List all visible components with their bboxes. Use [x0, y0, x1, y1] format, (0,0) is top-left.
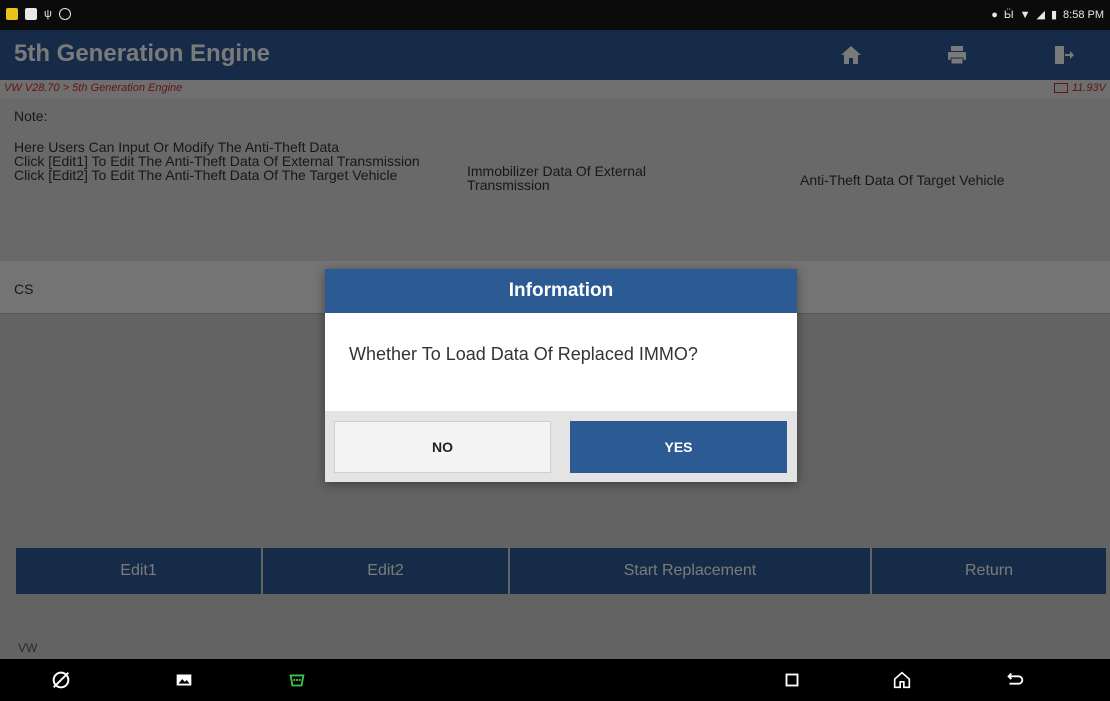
recents-button[interactable]	[781, 669, 803, 691]
note-label: Note:	[14, 108, 48, 124]
edit2-button[interactable]: Edit2	[263, 548, 508, 594]
notification-icon	[6, 8, 18, 20]
back-button[interactable]	[1004, 669, 1026, 691]
exit-button[interactable]	[1024, 30, 1102, 80]
status-right-icons: ● Ӹ ▼ ◢ ▮ 8:58 PM	[991, 8, 1104, 22]
signal-icon: ◢	[1036, 9, 1045, 21]
home-nav-icon	[893, 671, 911, 689]
voltage-value: 11.93V	[1071, 82, 1106, 94]
gallery-icon	[176, 674, 192, 686]
row-label: CS	[14, 281, 34, 297]
battery-voltage-icon	[1053, 83, 1068, 93]
usb-icon: ψ	[44, 8, 52, 20]
action-bar: Edit1 Edit2 Start Replacement Return	[16, 548, 1106, 594]
print-icon	[948, 46, 966, 65]
location-icon: ●	[991, 8, 998, 21]
status-left-icons: ψ	[6, 8, 71, 20]
return-button[interactable]: Return	[872, 548, 1106, 594]
note-text: Here Users Can Input Or Modify The Anti-…	[14, 139, 420, 183]
start-replacement-button[interactable]: Start Replacement	[510, 548, 870, 594]
battery-icon: ▮	[1050, 9, 1058, 21]
wifi-icon: ▼	[1019, 8, 1031, 21]
brand-label: VW	[18, 641, 38, 655]
dialog-message: Whether To Load Data Of Replaced IMMO?	[349, 344, 698, 364]
sync-icon	[58, 8, 71, 20]
browser-button[interactable]	[50, 669, 72, 691]
page-title: 5th Generation Engine	[14, 40, 271, 67]
notes-panel: Note: Here Users Can Input Or Modify The…	[0, 98, 1110, 261]
external-transmission-column: Immobilizer Data Of External Transmissio…	[467, 163, 646, 193]
status-bar: ψ ● Ӹ ▼ ◢ ▮ 8:58 PM	[0, 0, 1110, 30]
back-icon	[1007, 672, 1024, 685]
home-button[interactable]	[812, 30, 890, 80]
edit1-button[interactable]: Edit1	[16, 548, 261, 594]
yes-button[interactable]: YES	[570, 421, 787, 473]
app-window: 5th Generation Engine VW V28.70 > 5th Ge…	[0, 30, 1110, 659]
gallery-notification-icon	[25, 8, 37, 20]
recents-icon	[785, 673, 799, 687]
clock: 8:58 PM	[1063, 8, 1104, 21]
home-icon	[841, 46, 861, 64]
breadcrumb-bar: VW V28.70 > 5th Generation Engine 11.93V	[0, 80, 1110, 98]
title-bar: 5th Generation Engine	[0, 30, 1110, 80]
obd-connector-icon	[289, 674, 305, 687]
exit-icon	[1055, 46, 1074, 64]
dialog-title: Information	[325, 269, 797, 313]
breadcrumb: VW V28.70 > 5th Generation Engine	[4, 82, 183, 94]
vci-button[interactable]	[286, 669, 308, 691]
browser-icon	[52, 671, 70, 689]
target-vehicle-column: Anti-Theft Data Of Target Vehicle	[800, 172, 1005, 188]
no-button[interactable]: NO	[334, 421, 551, 473]
voltage-indicator: 11.93V	[1053, 82, 1106, 94]
navigation-bar	[0, 659, 1110, 701]
bluetooth-icon: Ӹ	[1003, 8, 1014, 21]
information-dialog: Information Whether To Load Data Of Repl…	[325, 269, 797, 482]
print-button[interactable]	[918, 30, 996, 80]
gallery-button[interactable]	[173, 669, 195, 691]
dialog-actions: NO YES	[325, 411, 797, 482]
home-nav-button[interactable]	[891, 669, 913, 691]
